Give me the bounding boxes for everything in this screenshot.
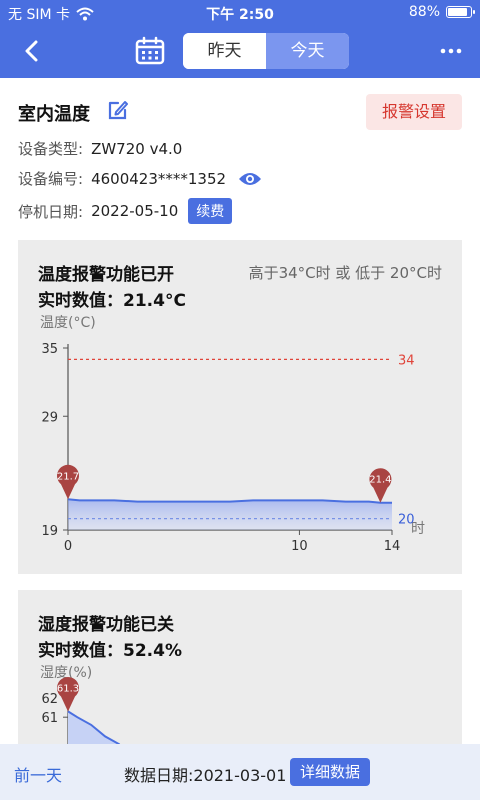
- marker-label: 21.4: [369, 475, 391, 486]
- hum-area-fill: [68, 711, 119, 744]
- temperature-chart: 温度(°C) 时 3529190 10 14342021.7 21.4: [40, 315, 425, 554]
- bottom-bar: 前一天 数据日期:2021-03-01 详细数据: [0, 744, 480, 800]
- stop-date-row: 停机日期: 2022-05-10 续费: [18, 198, 233, 224]
- temp-lower-threshold-label: 20: [398, 513, 415, 528]
- marker-label: 21.7: [57, 471, 79, 482]
- temp-area-fill: [68, 499, 392, 530]
- device-name: 室内温度: [18, 104, 90, 125]
- chevron-left-icon: [25, 40, 38, 62]
- hum-y-tick-label: 61: [41, 711, 58, 726]
- temp-y-tick-label: 29: [41, 410, 58, 425]
- device-type-label: 设备类型:: [18, 140, 84, 158]
- main-content: 室内温度 报警设置 设备类型: ZW720 v4.0 设备编号: 4600423…: [0, 78, 480, 744]
- temp-upper-threshold-label: 34: [398, 353, 415, 368]
- device-type-value: ZW720 v4.0: [91, 139, 183, 158]
- edit-icon[interactable]: [106, 98, 130, 122]
- alarm-settings-button[interactable]: 报警设置: [366, 94, 462, 130]
- back-button[interactable]: [16, 36, 46, 66]
- nav-bar: 昨天 今天: [0, 24, 480, 78]
- eye-icon[interactable]: [238, 171, 262, 187]
- day-segmented-control: 昨天 今天: [183, 33, 349, 69]
- marker-label: 61.3: [57, 683, 79, 694]
- device-id-row: 设备编号: 4600423****1352: [18, 168, 262, 189]
- stop-date-value: 2022-05-10: [91, 202, 179, 220]
- renew-button[interactable]: 续费: [188, 198, 233, 224]
- status-bar: 无 SIM 卡 下午 2:50 88%: [0, 0, 480, 24]
- temp-x-tick-label: 10: [291, 539, 308, 554]
- temp-y-tick-label: 35: [41, 342, 58, 357]
- device-type-row: 设备类型: ZW720 v4.0: [18, 138, 182, 159]
- data-marker-0: 21.7: [57, 464, 79, 500]
- stop-date-label: 停机日期:: [18, 202, 84, 221]
- temp-x-tick-label: 14: [384, 539, 401, 554]
- humidity-chart: 湿度(%) 626161.3: [40, 665, 121, 744]
- tab-today[interactable]: 今天: [266, 33, 349, 69]
- battery-icon: [446, 6, 475, 18]
- humidity-panel: 湿度报警功能已关 实时数值：52.4% 湿度(%) 62 61 61.3: [18, 590, 462, 744]
- prev-day-button[interactable]: 前一天: [14, 762, 62, 786]
- temp-y-axis-label: 温度(°C): [40, 315, 96, 331]
- hum-y-tick-label: 62: [41, 692, 58, 707]
- data-date-text: 数据日期:2021-03-01: [124, 766, 287, 785]
- more-dots-icon: [440, 48, 462, 54]
- device-id-label: 设备编号:: [18, 170, 84, 188]
- temp-x-tick-label: 0: [64, 539, 72, 554]
- calendar-button[interactable]: [134, 36, 166, 66]
- data-marker-hum-0: 61.3: [57, 676, 79, 712]
- battery-fill: [448, 8, 468, 16]
- detail-data-button[interactable]: 详细数据: [290, 758, 371, 786]
- temperature-panel: 温度报警功能已开 高于34°C时 或 低于 20°C时 实时数值：21.4°C …: [18, 240, 462, 574]
- calendar-icon: [135, 36, 165, 65]
- status-right: 88%: [408, 4, 475, 20]
- tab-yesterday[interactable]: 昨天: [183, 33, 266, 69]
- temp-y-tick-label: 19: [41, 524, 58, 539]
- device-id-value: 4600423****1352: [91, 169, 227, 188]
- battery-text: 88%: [408, 4, 440, 20]
- data-marker-1: 21.4: [369, 468, 392, 503]
- more-button[interactable]: [436, 36, 466, 66]
